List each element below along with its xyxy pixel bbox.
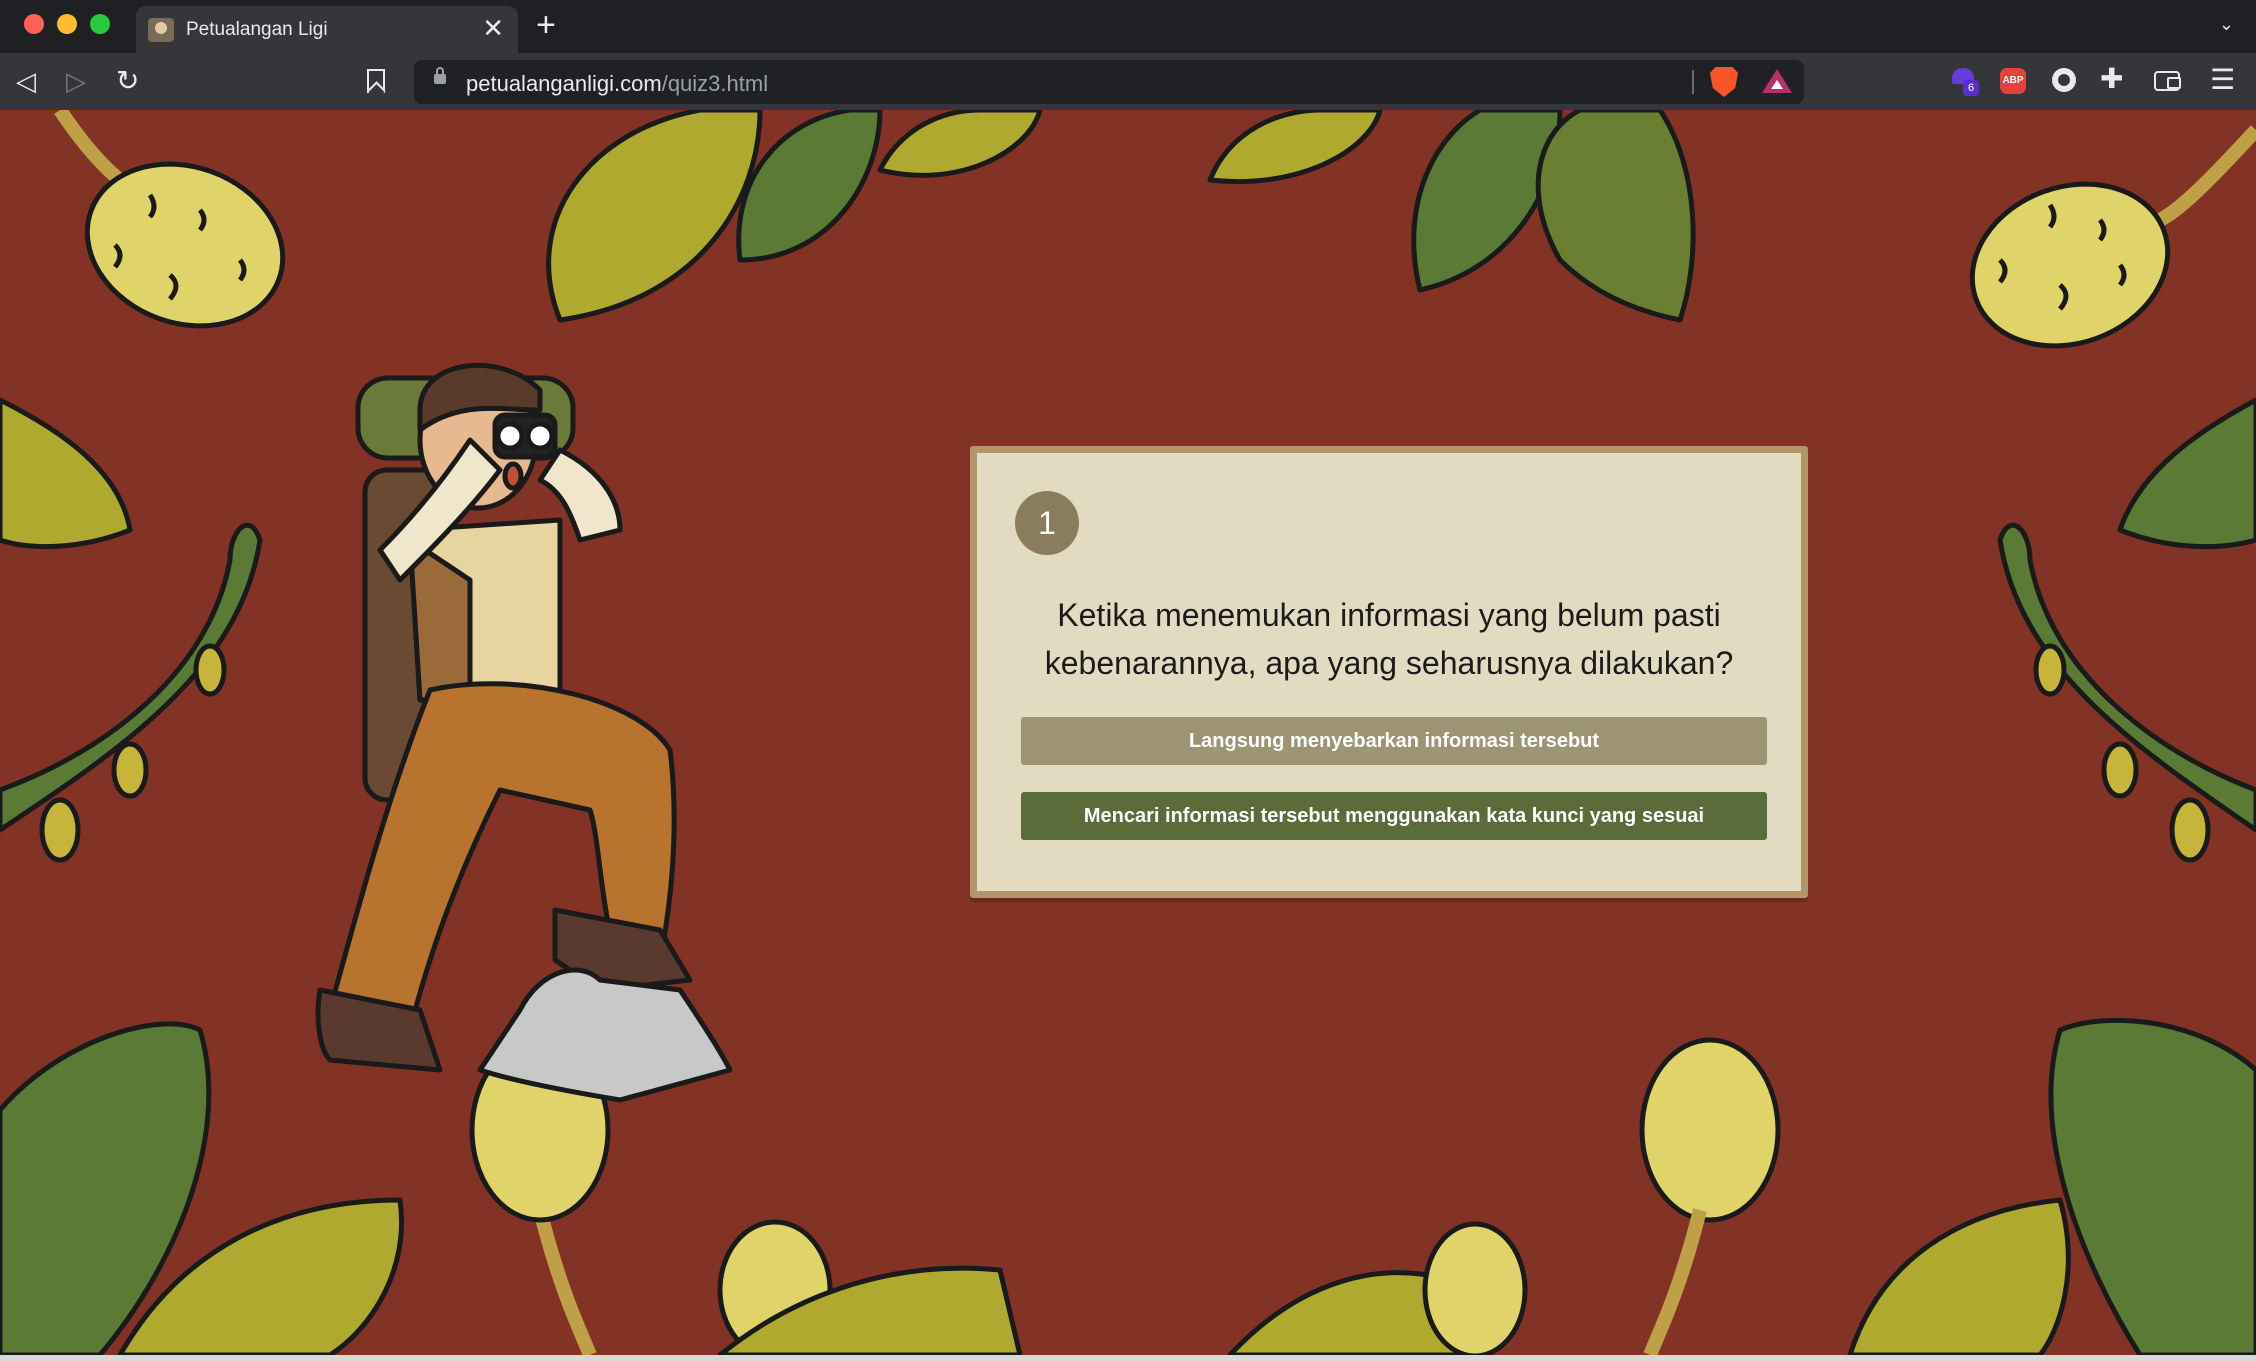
brave-shields-icon[interactable]	[1710, 67, 1738, 97]
answer-option-spread[interactable]: Langsung menyebarkan informasi tersebut	[1021, 717, 1767, 765]
back-button[interactable]: ◁	[16, 67, 36, 95]
extension-circle-icon[interactable]	[2052, 68, 2076, 92]
url-host: petualanganligi.com	[466, 71, 662, 96]
quiz-card: 1 Ketika menemukan informasi yang belum …	[970, 446, 1808, 898]
extension-icon[interactable]: 6	[1952, 68, 1979, 96]
close-window-icon[interactable]	[24, 14, 44, 34]
favicon-icon	[148, 18, 174, 42]
url-text[interactable]: petualanganligi.com/quiz3.html	[466, 71, 768, 97]
tab-close-icon[interactable]: ✕	[482, 15, 504, 41]
browser-tab-active[interactable]: Petualangan Ligi ✕	[136, 6, 518, 53]
adblock-plus-icon[interactable]: ABP	[2000, 68, 2026, 94]
window-bottom-edge	[0, 1355, 2256, 1361]
minimize-window-icon[interactable]	[57, 14, 77, 34]
leaf-decoration	[546, 110, 1696, 323]
pod-decoration	[54, 110, 286, 329]
url-path: /quiz3.html	[661, 71, 769, 96]
brave-rewards-icon[interactable]	[1762, 69, 1792, 93]
page-viewport: 1 Ketika menemukan informasi yang belum …	[0, 110, 2256, 1355]
extension-badge: 6	[1963, 80, 1979, 96]
address-bar-separator	[1692, 70, 1694, 94]
browser-tabstrip: Petualangan Ligi ✕ + ⌄	[0, 0, 2256, 53]
explorer-character	[315, 362, 733, 1103]
answer-option-search-keywords[interactable]: Mencari informasi tersebut menggunakan k…	[1021, 792, 1767, 840]
forward-button[interactable]: ▷	[66, 67, 86, 95]
bookmark-icon[interactable]	[367, 69, 385, 93]
maximize-window-icon[interactable]	[90, 14, 110, 34]
pod-decoration	[1969, 125, 2256, 349]
lock-icon[interactable]	[434, 67, 446, 84]
menu-icon[interactable]: ☰	[2210, 65, 2235, 95]
reload-button[interactable]: ↻	[116, 67, 139, 95]
extensions-puzzle-icon[interactable]: ✚	[2100, 64, 2123, 94]
tab-title: Petualangan Ligi	[186, 19, 328, 40]
address-bar[interactable]: petualanganligi.com/quiz3.html	[414, 60, 1804, 104]
question-text: Ketika menemukan informasi yang belum pa…	[1044, 597, 1734, 681]
browser-toolbar: ◁ ▷ ↻ petualanganligi.com/quiz3.html 6 A…	[0, 53, 2256, 110]
new-tab-button[interactable]: +	[536, 8, 556, 42]
wallet-icon[interactable]	[2154, 71, 2181, 91]
question-number-badge: 1	[1015, 491, 1079, 555]
tab-search-chevron-icon[interactable]: ⌄	[2219, 14, 2234, 35]
